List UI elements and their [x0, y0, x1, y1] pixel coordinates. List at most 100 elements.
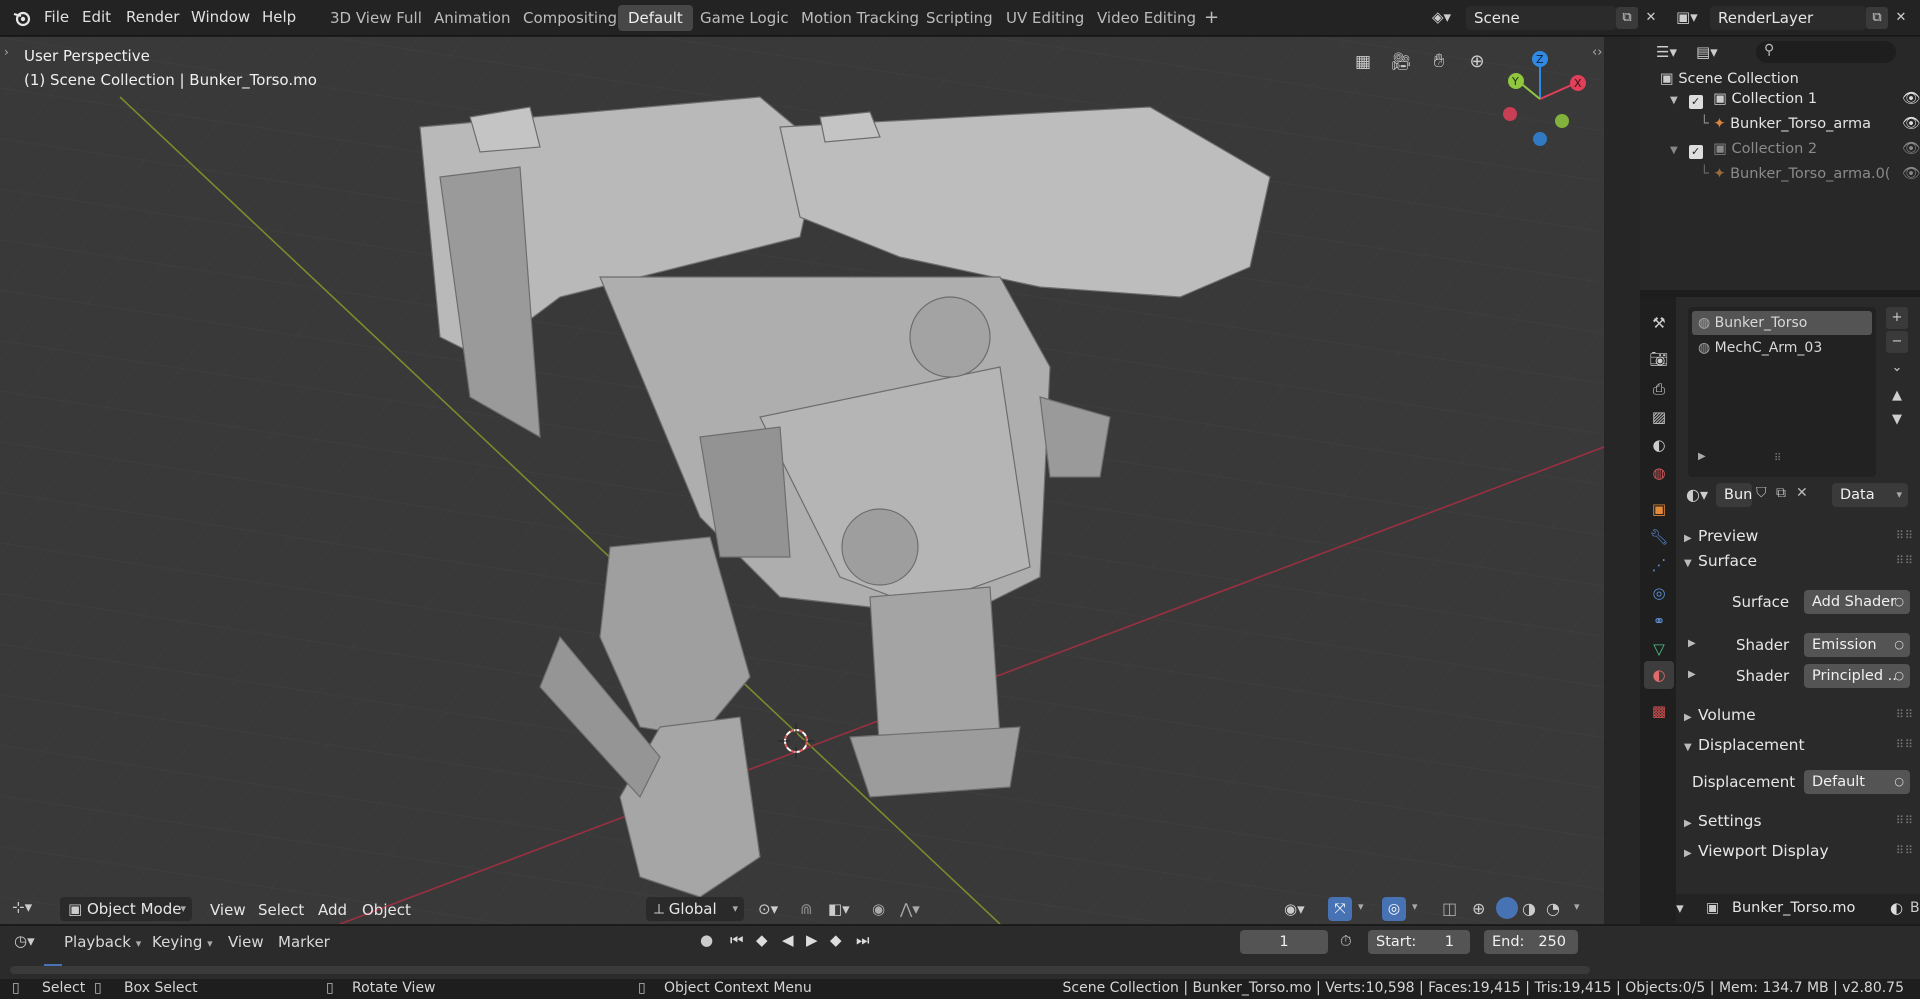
link-data-dropdown[interactable]: Data ▾: [1832, 483, 1908, 507]
expand-arrow-icon[interactable]: ▶: [1698, 451, 1706, 462]
remove-renderlayer-icon[interactable]: ✕: [1890, 7, 1912, 29]
chevron-down-icon[interactable]: ▾: [1574, 900, 1580, 913]
play-icon[interactable]: ▶: [806, 931, 818, 949]
gizmo-toggle-icon[interactable]: ⤧: [1328, 897, 1352, 921]
new-renderlayer-icon[interactable]: ⧉: [1866, 7, 1888, 29]
material-browse-icon[interactable]: ◐▾: [1686, 485, 1708, 504]
section-settings[interactable]: ▶ Settings ⠿⠿: [1684, 808, 1914, 834]
eye-icon[interactable]: 👁︎: [1902, 87, 1920, 111]
mode-dropdown[interactable]: ▣ Object Mode ▾: [60, 897, 192, 921]
area-divider[interactable]: [1604, 37, 1640, 924]
tab-video-editing[interactable]: Video Editing: [1087, 5, 1206, 31]
checkbox-checked-icon[interactable]: ✓: [1688, 145, 1703, 159]
transform-orientation-dropdown[interactable]: ⟂ Global ▾: [646, 897, 744, 921]
outliner-row-collection-1[interactable]: ▼ ✓ ▣ Collection 1 👁︎: [1670, 87, 1920, 111]
tab-uv-editing[interactable]: UV Editing: [996, 5, 1094, 31]
modifier-tab-icon[interactable]: 🔧︎: [1649, 527, 1669, 547]
wireframe-shading-icon[interactable]: ⊕: [1472, 899, 1485, 918]
drag-handle-icon[interactable]: ⠿⠿: [1896, 548, 1914, 574]
expand-arrow-icon[interactable]: ▼: [1670, 139, 1684, 163]
menu-select[interactable]: Select: [258, 901, 304, 919]
tab-animation[interactable]: Animation: [424, 5, 520, 31]
shader2-field[interactable]: Principled .. ○: [1804, 664, 1910, 688]
snap-icon[interactable]: ⋒: [800, 900, 813, 918]
sidebar-toggle-icon[interactable]: ‹›: [1592, 45, 1602, 60]
material-name-field[interactable]: Bun: [1716, 483, 1752, 507]
scene-icon[interactable]: ◈▾: [1432, 8, 1460, 28]
remove-scene-icon[interactable]: ✕: [1640, 7, 1662, 29]
menu-view[interactable]: View: [210, 901, 246, 919]
menu-window[interactable]: Window: [191, 8, 250, 26]
fake-user-shield-icon[interactable]: ⛉: [1756, 485, 1767, 501]
resize-handle-icon[interactable]: ⠿: [1774, 453, 1781, 464]
proportional-edit-icon[interactable]: ◉: [872, 900, 885, 918]
add-slot-icon[interactable]: +: [1886, 307, 1908, 329]
new-scene-icon[interactable]: ⧉: [1616, 7, 1638, 29]
remove-slot-icon[interactable]: −: [1886, 331, 1908, 353]
play-reverse-icon[interactable]: ◀: [782, 931, 794, 949]
material-shading-icon[interactable]: ◑: [1522, 899, 1536, 918]
timeline-editor-icon[interactable]: ◷▾: [14, 932, 35, 950]
menu-render[interactable]: Render: [126, 8, 179, 26]
timeline-menu-view[interactable]: View: [228, 933, 264, 951]
duplicate-icon[interactable]: ⧉: [1776, 485, 1786, 501]
texture-tab-icon[interactable]: ▩: [1649, 701, 1669, 721]
drag-handle-icon[interactable]: ⠿⠿: [1896, 838, 1914, 864]
3d-viewport[interactable]: User Perspective (1) Scene Collection | …: [0, 37, 1604, 924]
object-tab-icon[interactable]: ▣: [1649, 499, 1669, 519]
menu-object[interactable]: Object: [362, 901, 411, 919]
blender-logo-icon[interactable]: [12, 8, 32, 28]
section-volume[interactable]: ▶ Volume ⠿⠿: [1684, 702, 1914, 728]
record-icon[interactable]: ●: [700, 931, 713, 949]
data-tab-icon[interactable]: ▽: [1649, 639, 1669, 659]
stopwatch-icon[interactable]: ⏱: [1340, 932, 1352, 950]
tab-compositing[interactable]: Compositing: [513, 5, 627, 31]
drag-handle-icon[interactable]: ⠿⠿: [1896, 732, 1914, 758]
tab-motion-tracking[interactable]: Motion Tracking: [791, 5, 929, 31]
shader1-field[interactable]: Emission ○: [1804, 633, 1910, 657]
drag-handle-icon[interactable]: ⠿⠿: [1896, 808, 1914, 834]
timeline-menu-playback[interactable]: Playback ▾: [64, 933, 141, 951]
menu-edit[interactable]: Edit: [82, 8, 111, 26]
outliner-row-bunker-torso-arma[interactable]: └ ✦ Bunker_Torso_arma 👁︎: [1700, 112, 1920, 136]
outliner-editor-icon[interactable]: ☰▾: [1656, 43, 1677, 61]
section-displacement[interactable]: ▼ Displacement ⠿⠿: [1684, 732, 1914, 758]
grid-view-icon[interactable]: ▦: [1350, 52, 1376, 78]
surface-shader-field[interactable]: Add Shader ○: [1804, 590, 1910, 614]
eye-icon[interactable]: 👁︎: [1902, 162, 1920, 186]
move-down-icon[interactable]: ▼: [1886, 409, 1908, 431]
chevron-down-icon[interactable]: ▾: [1358, 900, 1364, 913]
drag-handle-icon[interactable]: ⠿⠿: [1896, 702, 1914, 728]
material-slot-bunker-torso[interactable]: ◍ Bunker_Torso: [1692, 311, 1872, 335]
overlays-toggle-icon[interactable]: ◎: [1382, 897, 1406, 921]
displacement-field[interactable]: Default ○: [1804, 770, 1910, 794]
pivot-icon[interactable]: ⊙▾: [758, 900, 778, 918]
rendered-shading-icon[interactable]: ◔: [1546, 899, 1560, 918]
timeline-scrollbar[interactable]: [10, 966, 1590, 974]
expand-arrow-icon[interactable]: ▶: [1688, 638, 1696, 649]
slot-specials-icon[interactable]: ⌄: [1886, 357, 1908, 379]
world-tab-icon[interactable]: ◍: [1649, 463, 1669, 483]
snap-target-icon[interactable]: ◧▾: [828, 900, 850, 918]
tab-3d-view-full[interactable]: 3D View Full: [320, 5, 432, 31]
render-tab-icon[interactable]: 📷︎: [1649, 349, 1669, 369]
scene-selector[interactable]: Scene: [1466, 6, 1616, 30]
zoom-icon[interactable]: ⊕: [1464, 51, 1490, 77]
display-mode-icon[interactable]: ▤▾: [1696, 43, 1718, 61]
jump-start-icon[interactable]: ⏮: [730, 931, 744, 949]
timeline-menu-marker[interactable]: Marker: [278, 933, 330, 951]
outliner-row-collection-2[interactable]: ▼ ✓ ▣ Collection 2 👁︎: [1670, 137, 1920, 161]
toolbar-toggle-icon[interactable]: ›: [4, 45, 9, 59]
tool-tab-icon[interactable]: ⚒: [1649, 313, 1669, 333]
menu-add[interactable]: Add: [318, 901, 347, 919]
drag-handle-icon[interactable]: ⠿⠿: [1896, 523, 1914, 549]
tab-default[interactable]: Default: [618, 5, 693, 31]
eye-icon[interactable]: 👁︎: [1902, 137, 1920, 161]
physics-tab-icon[interactable]: ◎: [1649, 583, 1669, 603]
outliner-search-input[interactable]: ⚲: [1756, 41, 1896, 63]
material-tab-icon[interactable]: ◐: [1649, 665, 1669, 685]
scene-tab-icon[interactable]: ◐: [1649, 435, 1669, 455]
section-viewport-display[interactable]: ▶ Viewport Display ⠿⠿: [1684, 838, 1914, 864]
end-frame-field[interactable]: End: 250: [1484, 930, 1578, 954]
unlink-icon[interactable]: ✕: [1796, 485, 1808, 501]
